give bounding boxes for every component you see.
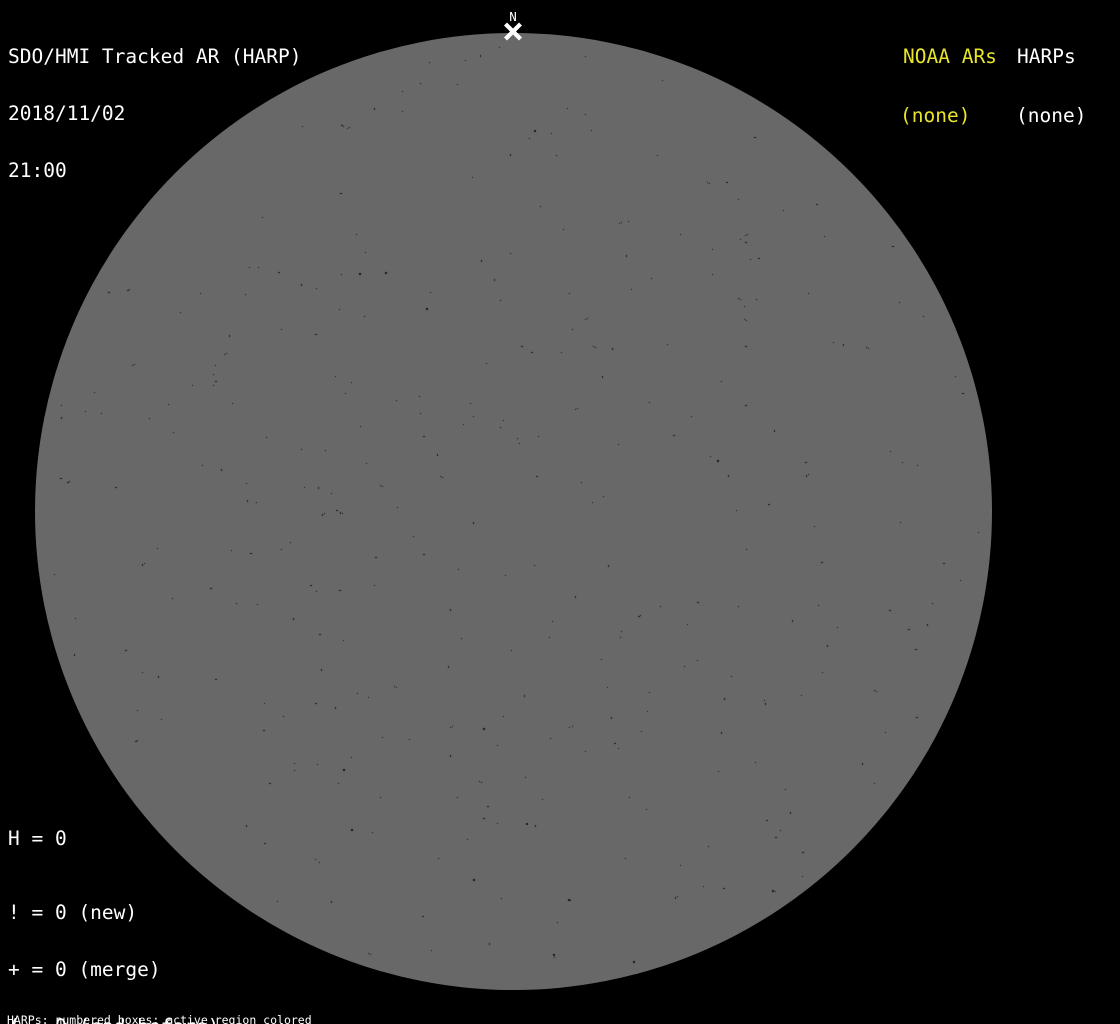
noaa-ars-value: (none) (900, 103, 971, 127)
observation-date: 2018/11/02 (8, 102, 126, 125)
north-pole-cross-icon (504, 22, 522, 41)
legend-item-new: ! = 0 (new) (8, 901, 138, 924)
title-block: SDO/HMI Tracked AR (HARP) 2018/11/02 21:… (8, 9, 302, 218)
footnote-harps: HARPs: numbered boxes; active region col… (7, 1013, 312, 1024)
footnotes: HARPs: numbered boxes; active region col… (7, 990, 409, 1024)
legend-item-merge: + = 0 (merge) (8, 958, 161, 981)
noaa-ars-counter: NOAA ARs (none) (900, 8, 997, 164)
harp-tracking-image: SDO/HMI Tracked AR (HARP) 2018/11/02 21:… (0, 0, 1120, 1024)
harps-counter: HARPs (none) (1016, 8, 1086, 164)
harp-count: H = 0 (8, 827, 67, 850)
harps-value: (none) (1016, 103, 1087, 127)
observation-time: 21:00 (8, 159, 67, 182)
page-title: SDO/HMI Tracked AR (HARP) (8, 45, 302, 68)
noaa-ars-label: NOAA ARs (903, 45, 997, 68)
harps-label: HARPs (1017, 45, 1076, 68)
